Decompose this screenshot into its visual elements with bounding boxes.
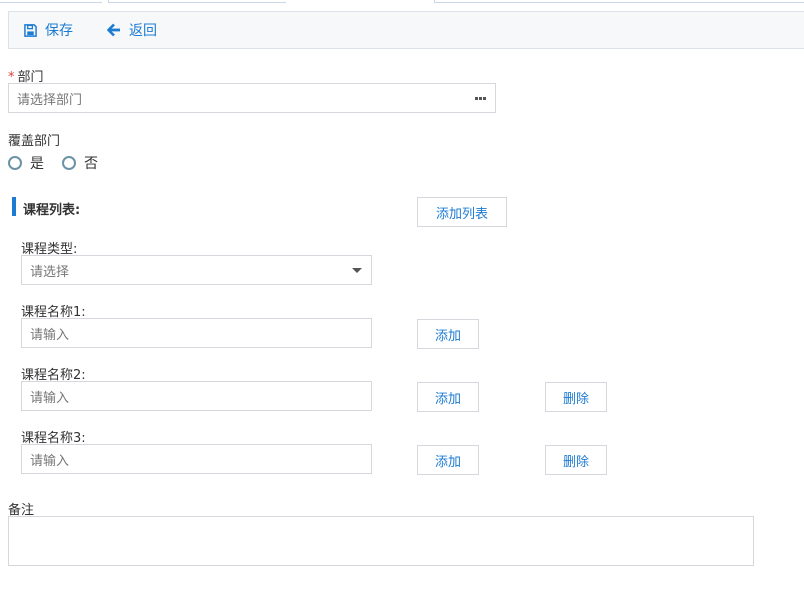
cover-department-label: 覆盖部门	[8, 134, 61, 149]
department-picker[interactable]: 请选择部门	[8, 83, 496, 113]
course-list-title: 课程列表:	[23, 203, 81, 218]
tab-strip	[0, 0, 804, 4]
course-type-select[interactable]: 请选择	[21, 255, 372, 285]
course-2-delete-button[interactable]: 删除	[545, 382, 607, 412]
save-button-label: 保存	[45, 23, 73, 39]
course-3-add-button[interactable]: 添加	[417, 445, 479, 475]
course-name-3-placeholder: 请输入	[30, 453, 70, 469]
course-type-placeholder: 请选择	[30, 264, 70, 280]
section-accent-bar	[12, 197, 16, 216]
radio-no-label: 否	[84, 156, 98, 172]
tab-divider	[0, 0, 102, 3]
cover-department-radio-group: 是 否	[8, 153, 116, 173]
back-button[interactable]: 返回	[107, 12, 157, 48]
add-list-button[interactable]: 添加列表	[417, 197, 507, 227]
radio-yes[interactable]: 是	[8, 153, 44, 173]
course-name-1-input[interactable]: 请输入	[21, 318, 372, 348]
radio-no[interactable]: 否	[62, 153, 98, 173]
radio-circle-icon[interactable]	[8, 156, 22, 170]
radio-yes-label: 是	[30, 156, 44, 172]
course-1-add-button[interactable]: 添加	[417, 319, 479, 349]
department-placeholder: 请选择部门	[17, 92, 83, 108]
course-name-1-placeholder: 请输入	[30, 327, 70, 343]
caret-down-icon	[352, 268, 362, 273]
course-name-3-input[interactable]: 请输入	[21, 444, 372, 474]
radio-circle-icon[interactable]	[62, 156, 76, 170]
save-button[interactable]: 保存	[24, 12, 73, 48]
tab-divider	[108, 0, 286, 3]
save-icon	[24, 23, 37, 37]
tab-divider	[434, 0, 804, 3]
remark-textarea[interactable]	[8, 516, 754, 566]
arrow-left-icon	[107, 23, 120, 37]
course-name-2-input[interactable]: 请输入	[21, 381, 372, 411]
back-button-label: 返回	[129, 23, 157, 39]
toolbar: 保存 返回	[8, 11, 804, 49]
more-icon[interactable]	[474, 97, 486, 100]
course-3-delete-button[interactable]: 删除	[545, 445, 607, 475]
course-2-add-button[interactable]: 添加	[417, 382, 479, 412]
course-name-2-placeholder: 请输入	[30, 390, 70, 406]
